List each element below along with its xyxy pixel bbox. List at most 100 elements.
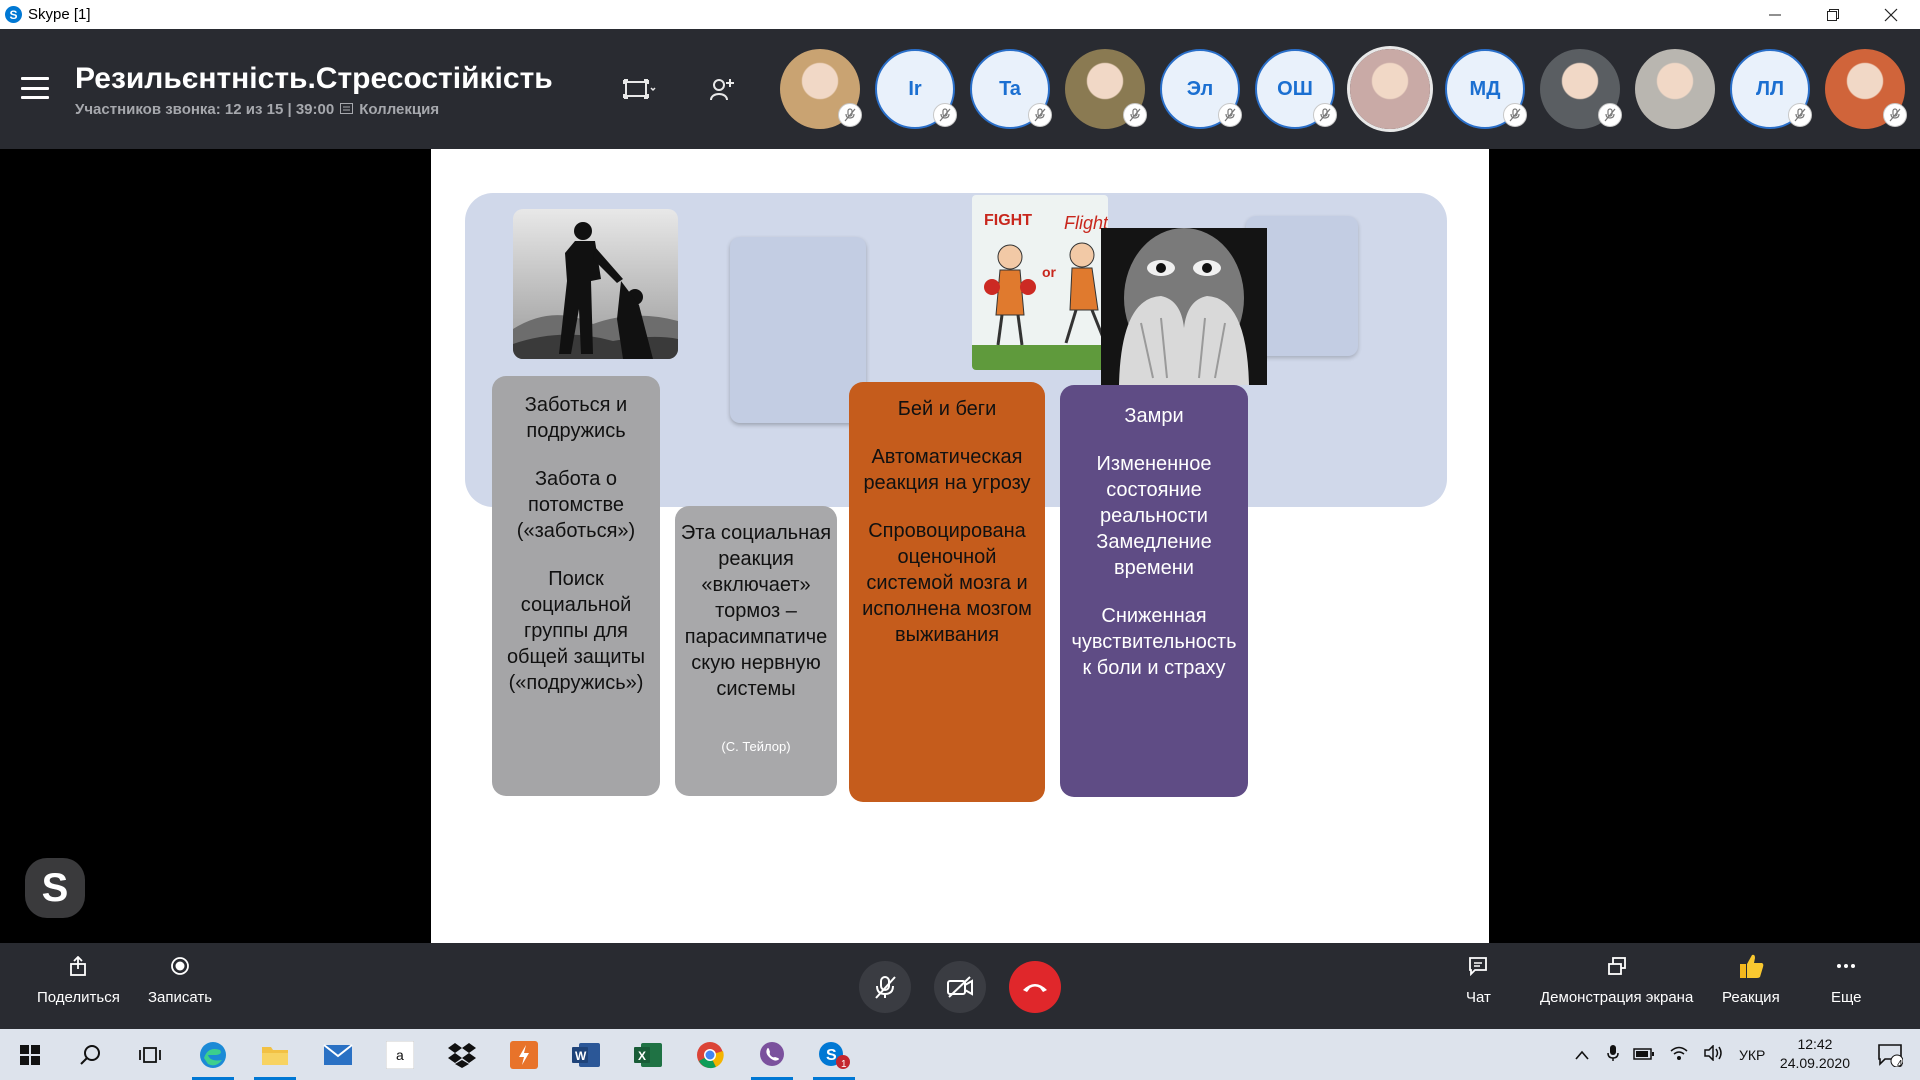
tend-and-befriend-column: Заботься и подружись Забота о потомстве (… <box>492 376 660 796</box>
svg-text:X: X <box>638 1049 646 1063</box>
collection-link[interactable]: Коллекция <box>359 101 439 118</box>
task-view-icon[interactable] <box>125 1029 175 1080</box>
thumbs-up-icon <box>1737 953 1765 979</box>
chat-button[interactable]: Чат <box>1466 953 1491 1006</box>
dropbox-icon[interactable] <box>437 1029 487 1080</box>
record-icon <box>170 953 190 979</box>
wifi-icon[interactable] <box>1669 1045 1689 1064</box>
slide-paragraph: Забота о потомстве («заботься») <box>516 468 636 542</box>
more-button[interactable]: Еще <box>1831 953 1862 1006</box>
participant-avatar[interactable] <box>1635 49 1715 129</box>
word-icon[interactable]: W <box>561 1029 611 1080</box>
file-explorer-icon[interactable] <box>250 1029 300 1080</box>
volume-icon[interactable] <box>1703 1044 1723 1064</box>
screen-share-button[interactable]: Демонстрация экрана <box>1540 953 1693 1006</box>
muted-microphone-icon <box>1598 103 1622 127</box>
excel-icon[interactable]: X <box>623 1029 673 1080</box>
empty-placeholder-tile <box>730 237 866 423</box>
microphone-icon[interactable] <box>1607 1044 1619 1065</box>
call-controls-bar: Поделиться Записать Чат Демонстрация экр… <box>0 943 1920 1029</box>
end-call-button[interactable] <box>1009 961 1061 1013</box>
minimize-icon[interactable] <box>1746 0 1804 29</box>
svg-text:a: a <box>396 1047 404 1063</box>
participant-avatar[interactable] <box>780 49 862 129</box>
chrome-icon[interactable] <box>685 1029 735 1080</box>
participant-avatar[interactable] <box>1350 49 1430 129</box>
slide-paragraph: Автоматическая реакция на угрозу <box>863 446 1031 494</box>
svg-text:W: W <box>575 1049 587 1063</box>
edge-browser-icon[interactable] <box>188 1029 238 1080</box>
camera-off-icon <box>947 976 973 998</box>
participants-strip: Ir Ta Эл ОШ МД ЛЛ <box>780 49 1907 129</box>
muted-microphone-icon <box>838 103 862 127</box>
window-titlebar: S Skype [1] <box>0 0 1920 29</box>
participant-avatar[interactable] <box>1825 49 1907 129</box>
participant-avatar[interactable]: Ir <box>875 49 957 129</box>
clock-time: 12:42 <box>1797 1036 1833 1052</box>
chat-label: Чат <box>1466 989 1491 1006</box>
microphone-muted-button[interactable] <box>859 961 911 1013</box>
app-shortcut-icon[interactable] <box>499 1029 549 1080</box>
share-button[interactable]: Поделиться <box>37 953 120 1006</box>
participant-avatar[interactable] <box>1065 49 1147 129</box>
mail-icon[interactable] <box>313 1029 363 1080</box>
call-header: Резильєнтність.Стресостійкість Участнико… <box>0 29 1920 149</box>
helping-hand-image <box>513 209 678 359</box>
muted-microphone-icon <box>1788 103 1812 127</box>
call-meta: Участников звонка: 12 из 15 | 39:00 Колл… <box>75 101 439 118</box>
clock-date: 24.09.2020 <box>1779 1055 1850 1071</box>
scared-face-image <box>1101 228 1267 385</box>
participant-avatar[interactable]: МД <box>1445 49 1527 129</box>
system-tray: УКР <box>1575 1029 1765 1080</box>
menu-icon[interactable] <box>21 77 49 99</box>
restore-icon[interactable] <box>1804 0 1862 29</box>
share-icon <box>69 953 87 979</box>
reaction-button[interactable]: Реакция <box>1722 953 1780 1006</box>
participant-avatar[interactable]: ОШ <box>1255 49 1337 129</box>
muted-microphone-icon <box>1503 103 1527 127</box>
slide-paragraph: Заботься и подружись <box>524 394 628 442</box>
credit-text: (С. Тейлор) <box>721 739 791 755</box>
windows-taskbar: a W X S 1 УКР 12:42 24.09.2020 4 <box>0 1029 1920 1080</box>
participant-avatar[interactable]: Ta <box>970 49 1052 129</box>
add-participant-icon[interactable] <box>702 69 742 109</box>
fight-or-flight-column: Бей и беги Автоматическая реакция на угро… <box>849 382 1045 802</box>
slide-paragraph: Измененное состояние реальности Замедлен… <box>1096 453 1212 579</box>
muted-microphone-icon <box>1313 103 1337 127</box>
chevron-up-icon[interactable] <box>1575 1047 1589 1063</box>
call-title[interactable]: Резильєнтність.Стресостійкість <box>75 62 553 96</box>
reaction-label: Реакция <box>1722 989 1780 1006</box>
hang-up-icon <box>1023 984 1047 992</box>
camera-off-button[interactable] <box>934 961 986 1013</box>
muted-microphone-icon <box>1123 103 1147 127</box>
microphone-muted-icon <box>875 976 896 999</box>
skype-floating-icon[interactable]: S <box>25 858 85 918</box>
participant-avatar[interactable]: Эл <box>1160 49 1242 129</box>
viber-icon[interactable] <box>747 1029 797 1080</box>
shared-slide: FIGHT or Flight Заботься и подружись Заб… <box>431 149 1489 943</box>
record-button[interactable]: Записать <box>148 953 212 1006</box>
layout-switch-icon[interactable] <box>620 69 660 109</box>
windows-start-icon[interactable] <box>5 1029 55 1080</box>
skype-taskbar-icon[interactable]: S 1 <box>809 1029 859 1080</box>
window-title: Skype [1] <box>28 6 91 23</box>
search-icon[interactable] <box>65 1029 115 1080</box>
language-indicator[interactable]: УКР <box>1739 1047 1765 1063</box>
participant-avatar[interactable] <box>1540 49 1622 129</box>
amazon-icon[interactable]: a <box>375 1029 425 1080</box>
notifications-icon[interactable]: 4 <box>1865 1029 1915 1080</box>
participant-avatar[interactable]: ЛЛ <box>1730 49 1812 129</box>
gallery-icon <box>340 102 354 117</box>
skype-logo-icon: S <box>5 6 22 23</box>
window-controls <box>1746 0 1920 29</box>
fight-text: FIGHT <box>984 212 1032 229</box>
clock[interactable]: 12:42 24.09.2020 <box>1780 1035 1850 1073</box>
share-label: Поделиться <box>37 989 120 1006</box>
more-label: Еще <box>1831 989 1862 1006</box>
fight-or-flight-image: FIGHT or Flight <box>972 195 1108 370</box>
muted-microphone-icon <box>1883 103 1907 127</box>
muted-microphone-icon <box>1218 103 1242 127</box>
close-icon[interactable] <box>1862 0 1920 29</box>
battery-icon[interactable] <box>1633 1047 1655 1063</box>
participant-face <box>1635 49 1715 129</box>
